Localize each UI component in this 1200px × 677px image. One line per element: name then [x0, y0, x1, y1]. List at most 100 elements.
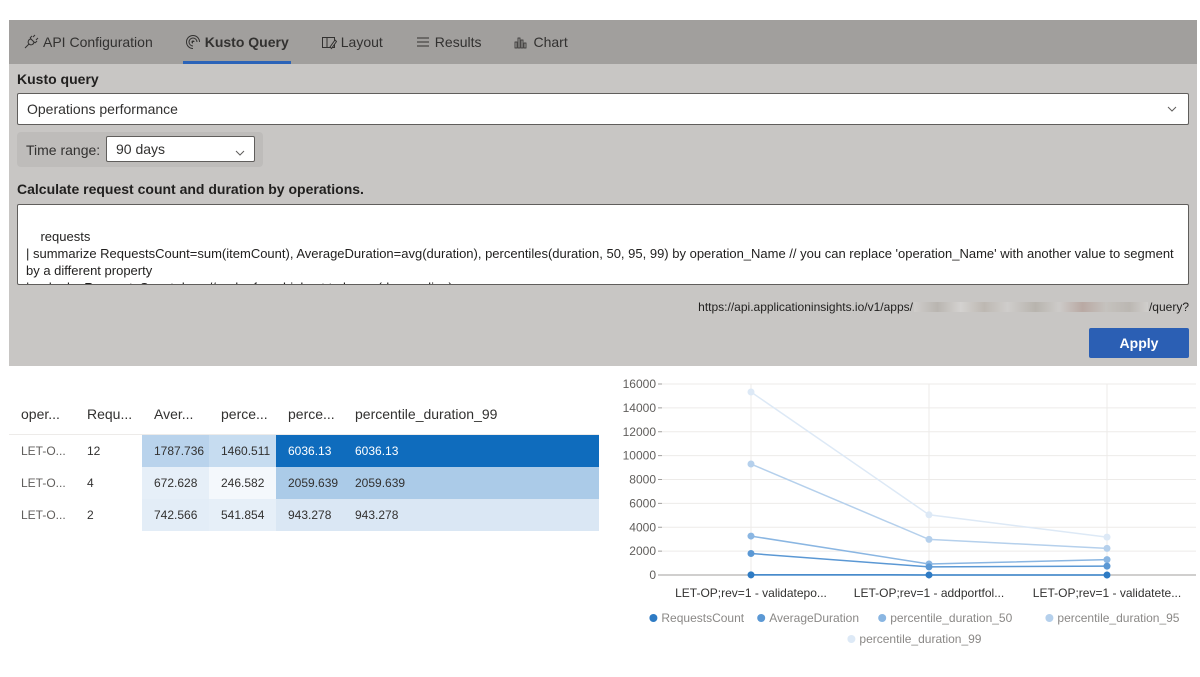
table-cell: 246.582: [209, 467, 276, 499]
legend-marker: [847, 635, 856, 643]
tab-label: Chart: [533, 34, 568, 50]
y-tick-label: 14000: [623, 401, 657, 415]
time-range-label: Time range:: [26, 142, 101, 158]
data-point-percentile_duration_95: [747, 460, 755, 468]
table-cell: 6036.13: [343, 435, 599, 467]
layout-edit-icon: [321, 34, 337, 50]
data-point-RequestsCount: [925, 571, 933, 579]
table-cell: 4: [75, 467, 142, 499]
table-row[interactable]: LET-O... 2 742.566 541.854 943.278 943.278: [9, 499, 599, 531]
query-panel: Kusto query Operations performance Time …: [9, 64, 1197, 366]
url-prefix: https://api.applicationinsights.io/v1/ap…: [698, 300, 913, 314]
y-tick-label: 12000: [623, 425, 657, 439]
query-textarea[interactable]: requests | summarize RequestsCount=sum(i…: [17, 204, 1189, 285]
table-cell: 541.854: [209, 499, 276, 531]
chevron-down-icon: [1166, 102, 1178, 118]
tab-label: Results: [434, 34, 482, 50]
time-range-dropdown[interactable]: 90 days: [106, 136, 255, 162]
x-tick-label: LET-OP;rev=1 - validatete...: [1033, 586, 1181, 600]
table-cell: 672.628: [142, 467, 209, 499]
column-header[interactable]: Requ...: [75, 406, 142, 422]
resize-grip-icon[interactable]: [1177, 273, 1185, 281]
table-cell: LET-O...: [9, 467, 75, 499]
data-point-percentile_duration_95: [925, 535, 933, 543]
table-row[interactable]: LET-O... 12 1787.736 1460.511 6036.13 6036.13: [9, 435, 599, 467]
data-point-percentile_duration_99: [1103, 533, 1111, 541]
column-header[interactable]: perce...: [209, 406, 276, 422]
column-header[interactable]: Aver...: [142, 406, 209, 422]
legend-label: RequestsCount: [661, 611, 744, 625]
legend-marker: [1045, 614, 1054, 622]
table-cell: LET-O...: [9, 435, 75, 467]
tab-label: Kusto Query: [204, 34, 289, 50]
query-select-value: Operations performance: [27, 101, 178, 117]
table-header: oper... Requ... Aver... perce... perce..…: [9, 394, 599, 435]
legend-marker: [757, 614, 766, 622]
y-tick-label: 16000: [623, 377, 657, 391]
legend-marker: [878, 614, 887, 622]
time-range-value: 90 days: [116, 141, 166, 157]
legend-label: percentile_duration_99: [859, 632, 981, 646]
radar-icon: [185, 34, 201, 50]
tab-api-configuration[interactable]: API Configuration: [21, 20, 155, 64]
data-point-percentile_duration_95: [1103, 544, 1111, 552]
query-description: Calculate request count and duration by …: [17, 181, 364, 197]
url-suffix: /query?: [1148, 300, 1189, 314]
legend-label: AverageDuration: [769, 611, 859, 625]
column-header[interactable]: perce...: [276, 406, 343, 422]
table-row[interactable]: LET-O... 4 672.628 246.582 2059.639 2059.639: [9, 467, 599, 499]
legend-label: percentile_duration_95: [1057, 611, 1179, 625]
legend-marker: [649, 614, 658, 622]
table-cell: 2059.639: [276, 467, 343, 499]
table-cell: 1787.736: [142, 435, 209, 467]
data-point-AverageDuration: [747, 550, 755, 558]
data-point-RequestsCount: [747, 571, 755, 579]
table-cell: 12: [75, 435, 142, 467]
column-header[interactable]: percentile_duration_99: [343, 406, 599, 422]
api-url: https://api.applicationinsights.io/v1/ap…: [698, 300, 1189, 314]
results-table: oper... Requ... Aver... perce... perce..…: [9, 394, 599, 531]
data-point-percentile_duration_99: [747, 388, 755, 396]
bar-chart-icon: [513, 34, 529, 50]
y-tick-label: 10000: [623, 449, 657, 463]
tab-kusto-query[interactable]: Kusto Query: [182, 20, 291, 64]
tab-label: Layout: [340, 34, 383, 50]
apply-button[interactable]: Apply: [1089, 328, 1189, 358]
data-point-percentile_duration_99: [925, 511, 933, 519]
table-body: LET-O... 12 1787.736 1460.511 6036.13 6036.13…: [9, 435, 599, 531]
y-tick-label: 8000: [629, 473, 656, 487]
table-cell: 6036.13: [276, 435, 343, 467]
data-point-percentile_duration_50: [1103, 556, 1111, 564]
y-tick-label: 4000: [629, 520, 656, 534]
y-tick-label: 0: [649, 568, 656, 582]
tab-layout[interactable]: Layout: [319, 20, 385, 64]
data-point-AverageDuration: [1103, 562, 1111, 570]
tab-label: API Configuration: [43, 34, 153, 50]
chevron-down-icon: [234, 142, 246, 166]
data-point-AverageDuration: [925, 563, 933, 571]
table-cell: 742.566: [142, 499, 209, 531]
time-range-group: Time range: 90 days: [17, 132, 263, 167]
kusto-query-label: Kusto query: [17, 71, 99, 87]
tab-chart[interactable]: Chart: [511, 20, 569, 64]
data-point-percentile_duration_50: [747, 532, 755, 540]
query-select-dropdown[interactable]: Operations performance: [17, 93, 1189, 125]
legend-label: percentile_duration_50: [890, 611, 1012, 625]
chart-svg: 0 2000 4000 6000 8000 10000 12000 14000 16000 LET…: [623, 377, 1196, 646]
x-tick-label: LET-OP;rev=1 - addportfol...: [854, 586, 1004, 600]
query-text-content: requests | summarize RequestsCount=sum(i…: [26, 229, 1174, 284]
column-header[interactable]: oper...: [9, 406, 75, 422]
table-cell: 943.278: [276, 499, 343, 531]
data-point-RequestsCount: [1103, 571, 1111, 579]
line-chart: 0 2000 4000 6000 8000 10000 12000 14000 16000 LET…: [610, 372, 1200, 662]
table-cell: LET-O...: [9, 499, 75, 531]
table-cell: 2: [75, 499, 142, 531]
y-tick-label: 6000: [629, 496, 656, 510]
table-cell: 1460.511: [209, 435, 276, 467]
x-tick-label: LET-OP;rev=1 - validatepo...: [675, 586, 827, 600]
table-cell: 2059.639: [343, 467, 599, 499]
tab-bar: API Configuration Kusto Query Layout Res…: [9, 20, 1197, 64]
y-tick-label: 2000: [629, 544, 656, 558]
tab-results[interactable]: Results: [413, 20, 484, 64]
plug-icon: [23, 34, 39, 50]
